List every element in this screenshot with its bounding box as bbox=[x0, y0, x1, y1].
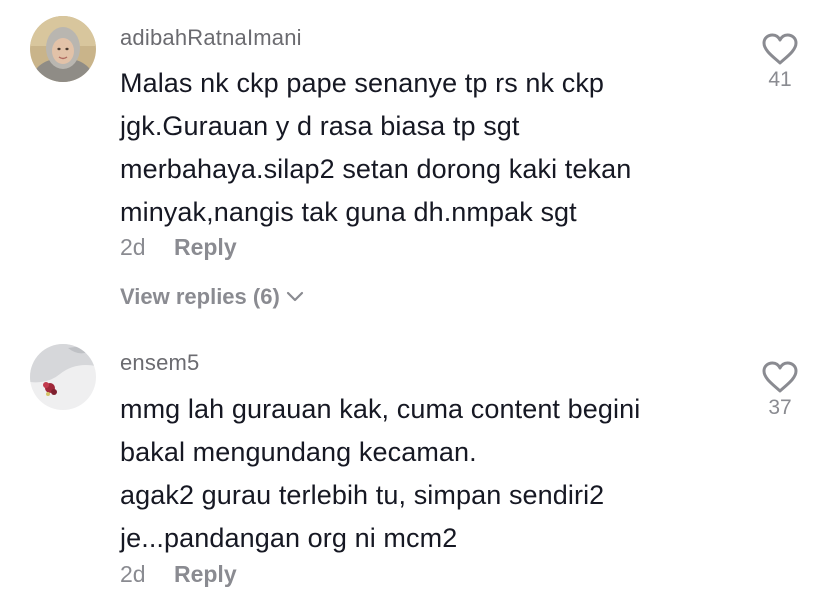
like-count: 37 bbox=[768, 396, 792, 419]
comment-text-line: je...pandangan org ni mcm2 bbox=[120, 523, 458, 553]
heart-outline-icon bbox=[762, 361, 798, 393]
chevron-down-icon bbox=[286, 291, 303, 302]
view-replies-label: View replies (6) bbox=[120, 284, 280, 309]
comment-item: adibahRatnaImani Malas nk ckp pape senan… bbox=[0, 0, 828, 330]
comment-text: Malas nk ckp pape senanye tp rs nk ckp j… bbox=[120, 62, 740, 234]
comment-timestamp: 2d bbox=[120, 234, 146, 260]
like-button[interactable]: 37 bbox=[756, 360, 804, 420]
avatar[interactable] bbox=[30, 16, 96, 82]
avatar-photo-woman-hijab bbox=[30, 16, 96, 82]
comment-meta: 2d Reply bbox=[120, 561, 237, 588]
comment-text-line: minyak,nangis tak guna dh.nmpak sgt bbox=[120, 197, 577, 227]
comment-text: mmg lah gurauan kak, cuma content begini… bbox=[120, 388, 740, 560]
like-button[interactable]: 41 bbox=[756, 32, 804, 92]
reply-button[interactable]: Reply bbox=[174, 234, 237, 260]
comment-text-line: Malas nk ckp pape senanye tp rs nk ckp bbox=[120, 68, 605, 98]
comment-text-line: jgk.Gurauan y d rasa biasa tp sgt bbox=[120, 111, 520, 141]
view-replies-button[interactable]: View replies (6) bbox=[120, 284, 304, 310]
comment-username[interactable]: adibahRatnaImani bbox=[120, 25, 302, 51]
avatar[interactable] bbox=[30, 344, 96, 410]
comment-text-line: merbahaya.silap2 setan dorong kaki tekan bbox=[120, 154, 632, 184]
comment-text-line: mmg lah gurauan kak, cuma content begini bbox=[120, 394, 641, 424]
comment-username[interactable]: ensem5 bbox=[120, 350, 199, 376]
reply-button[interactable]: Reply bbox=[174, 561, 237, 587]
comment-timestamp: 2d bbox=[120, 561, 146, 587]
heart-outline-icon bbox=[762, 33, 798, 65]
comment-text-line: agak2 gurau terlebih tu, simpan sendiri2 bbox=[120, 480, 605, 510]
like-count: 41 bbox=[768, 68, 792, 91]
comment-text-line: bakal mengundang kecaman. bbox=[120, 437, 477, 467]
comment-meta: 2d Reply bbox=[120, 234, 237, 261]
comment-item: ensem5 mmg lah gurauan kak, cuma content… bbox=[0, 330, 828, 604]
avatar-photo-flower bbox=[30, 344, 96, 410]
